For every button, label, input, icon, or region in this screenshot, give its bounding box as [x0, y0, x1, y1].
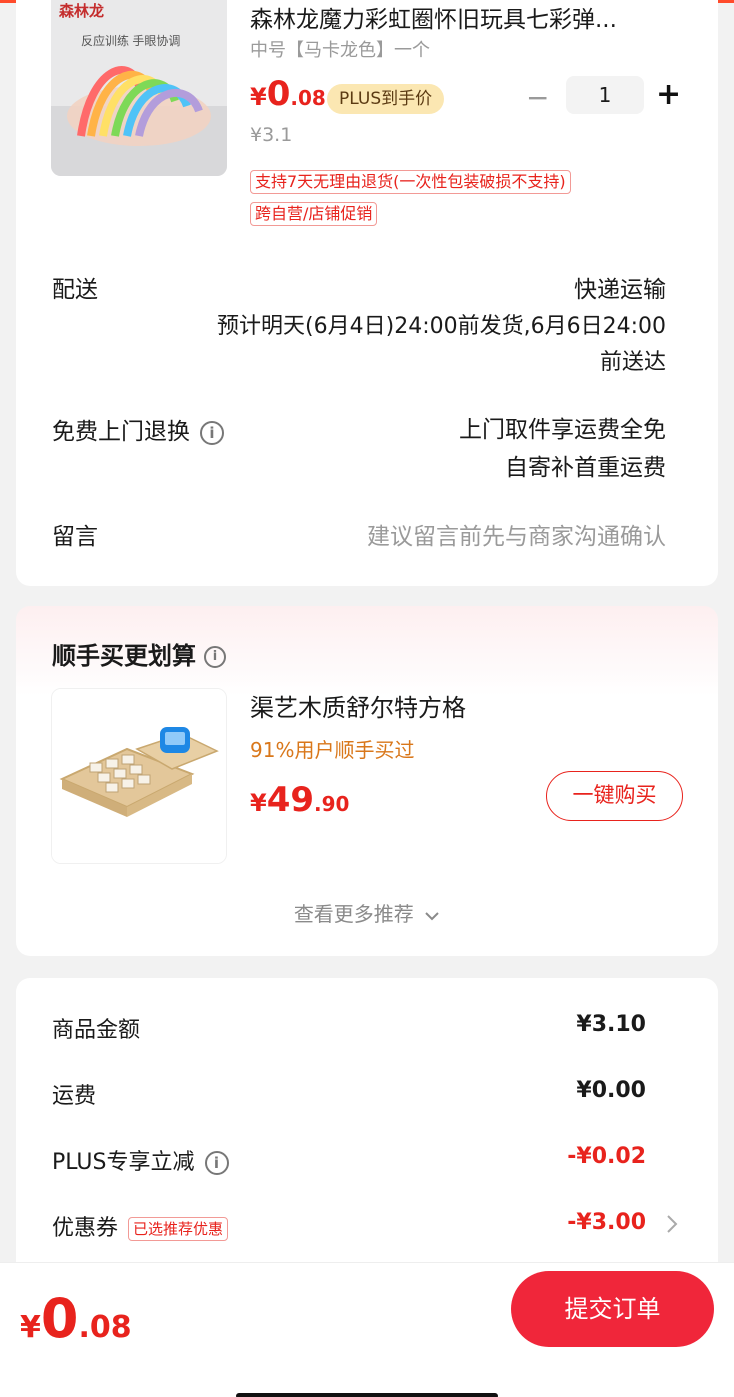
quantity-input[interactable]: 1: [566, 76, 644, 114]
delivery-method[interactable]: 快递运输: [574, 270, 666, 304]
coupon-value[interactable]: -¥3.00: [567, 1210, 646, 1235]
plus-discount-text: PLUS专享立减: [52, 1150, 195, 1175]
product-title[interactable]: 森林龙魔力彩虹圈怀旧玩具七彩弹...: [250, 0, 670, 34]
recommend-title: 顺手买更划算 i: [52, 636, 226, 671]
submit-order-button[interactable]: 提交订单: [511, 1271, 714, 1347]
info-icon[interactable]: i: [204, 646, 226, 668]
coupon-label[interactable]: 优惠券 已选推荐优惠: [52, 1210, 229, 1242]
return-service-text: 免费上门退换: [52, 419, 190, 445]
original-price: ¥3.1: [250, 124, 293, 146]
price-integer: 0: [40, 1287, 79, 1350]
return-policy-tag: 支持7天无理由退货(一次性包装破损不支持): [250, 170, 571, 194]
brand-slogan: 反应训练 手眼协调: [81, 33, 180, 48]
product-card: 森林龙 反应训练 手眼协调 森林龙魔力彩虹圈怀旧玩具七彩弹... 中号【马卡龙色…: [16, 0, 718, 586]
schulte-grid-image: [52, 689, 226, 863]
home-indicator[interactable]: [236, 1393, 498, 1397]
recommend-title-text: 顺手买更划算: [52, 642, 196, 670]
shipping-fee-value: ¥0.00: [576, 1078, 646, 1103]
message-input[interactable]: 建议留言前先与商家沟通确认: [367, 517, 666, 551]
return-service-line2: 自寄补首重运费: [505, 455, 666, 481]
return-service-line1: 上门取件享运费全免: [459, 417, 666, 443]
return-service-label: 免费上门退换 i: [52, 412, 224, 446]
price-currency: ¥: [20, 1310, 41, 1345]
more-recommend-link[interactable]: 查看更多推荐: [16, 898, 718, 927]
quantity-plus-button[interactable]: +: [656, 78, 681, 112]
price-integer: 0: [266, 74, 291, 114]
quantity-minus-button[interactable]: −: [526, 82, 549, 114]
price-currency: ¥: [250, 83, 267, 111]
plus-price-tag: PLUS到手价: [327, 84, 445, 114]
goods-amount-label: 商品金额: [52, 1018, 141, 1043]
plus-discount-label: PLUS专享立减 i: [52, 1144, 229, 1176]
price-currency: ¥: [250, 789, 267, 817]
price-integer: 49: [266, 780, 315, 820]
total-price: ¥0.08: [20, 1287, 132, 1350]
chevron-right-icon[interactable]: [666, 1214, 678, 1234]
product-price: ¥0.08: [250, 74, 326, 114]
coupon-text: 优惠券: [52, 1216, 119, 1241]
delivery-label: 配送: [52, 277, 98, 303]
shipping-fee-label: 运费: [52, 1084, 97, 1109]
more-recommend-label: 查看更多推荐: [293, 902, 414, 926]
delivery-estimate-line2: 前送达: [599, 350, 666, 375]
info-icon[interactable]: i: [200, 420, 224, 445]
product-spec[interactable]: 中号【马卡龙色】一个: [250, 36, 430, 62]
recommend-item-stat: 91%用户顺手买过: [250, 738, 415, 762]
plus-discount-value: -¥0.02: [567, 1144, 646, 1169]
one-click-buy-button[interactable]: 一键购买: [546, 771, 683, 821]
price-decimal: .90: [314, 792, 350, 816]
recommend-thumbnail[interactable]: [51, 688, 227, 864]
price-decimal: .08: [290, 86, 326, 110]
recommend-price: ¥49.90: [250, 780, 349, 820]
chevron-down-icon: [425, 911, 439, 920]
message-label: 留言: [52, 524, 98, 550]
rainbow-spring-image: 森林龙 反应训练 手眼协调: [51, 0, 227, 176]
price-decimal: .08: [78, 1310, 132, 1345]
goods-amount-value: ¥3.10: [576, 1012, 646, 1037]
delivery-estimate-line1: 预计明天(6月4日)24:00前发货,6月6日24:00: [217, 314, 666, 339]
checkout-bar: ¥0.08 提交订单: [0, 1262, 734, 1397]
coupon-tag: 已选推荐优惠: [128, 1217, 229, 1241]
promotion-tag: 跨自营/店铺促销: [250, 202, 378, 226]
product-thumbnail[interactable]: 森林龙 反应训练 手眼协调: [51, 0, 227, 176]
recommend-card: 顺手买更划算 i 渠艺木质舒尔特方格 91%用户顺手买过 ¥49.90 一键购买 …: [16, 606, 718, 956]
info-icon[interactable]: i: [204, 1151, 229, 1175]
recommend-item-name[interactable]: 渠艺木质舒尔特方格: [250, 688, 466, 723]
brand-logo: 森林龙: [59, 2, 104, 20]
